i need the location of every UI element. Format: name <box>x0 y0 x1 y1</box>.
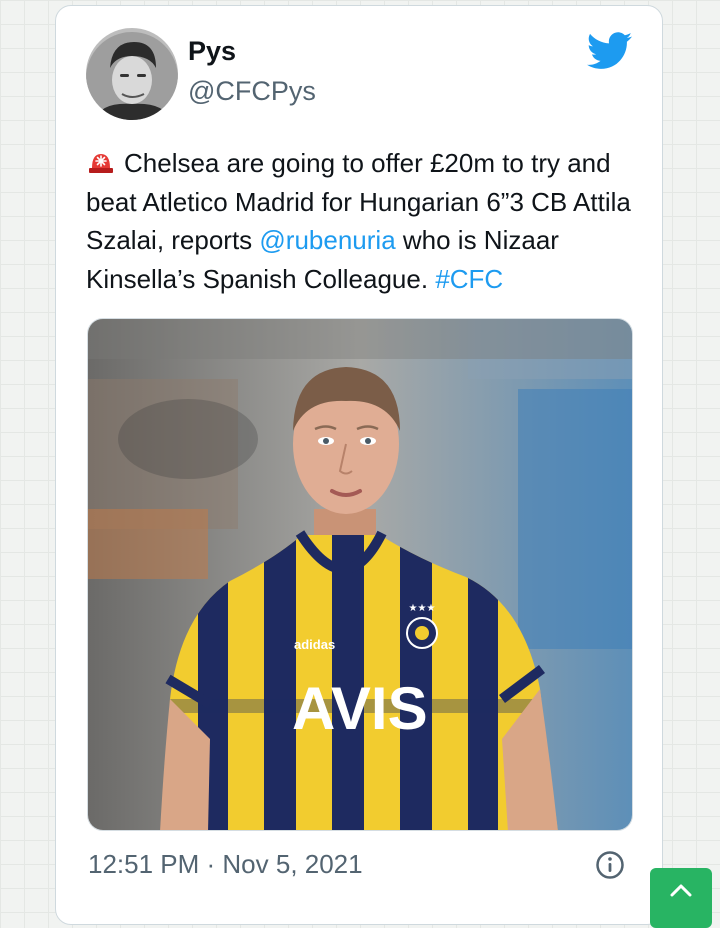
police-light-siren-icon <box>86 146 116 176</box>
mention-link[interactable]: @rubenuria <box>259 225 395 255</box>
user-handle[interactable]: @CFCPys <box>188 78 316 105</box>
chevron-up-icon <box>670 884 692 897</box>
twitter-bird-icon[interactable] <box>586 32 633 70</box>
tweet-text: Chelsea are going to offer £20m to try a… <box>86 144 634 298</box>
avatar[interactable] <box>86 28 178 120</box>
scroll-to-top-button[interactable] <box>650 868 712 928</box>
tweet-card[interactable]: Pys @CFCPys Chelsea are going to offer £… <box>55 5 663 925</box>
tweet-media-photo[interactable]: ★★★ adidas AVIS <box>87 318 633 831</box>
jersey-sponsor-text: AVIS <box>292 675 428 742</box>
svg-text:★★★: ★★★ <box>409 603 436 614</box>
hashtag-link[interactable]: #CFC <box>435 264 503 294</box>
info-icon[interactable] <box>595 850 625 880</box>
tweet-timestamp[interactable]: 12:51 PM · Nov 5, 2021 <box>88 851 363 877</box>
jersey-brand-text: adidas <box>294 637 335 652</box>
display-name[interactable]: Pys <box>188 38 236 65</box>
